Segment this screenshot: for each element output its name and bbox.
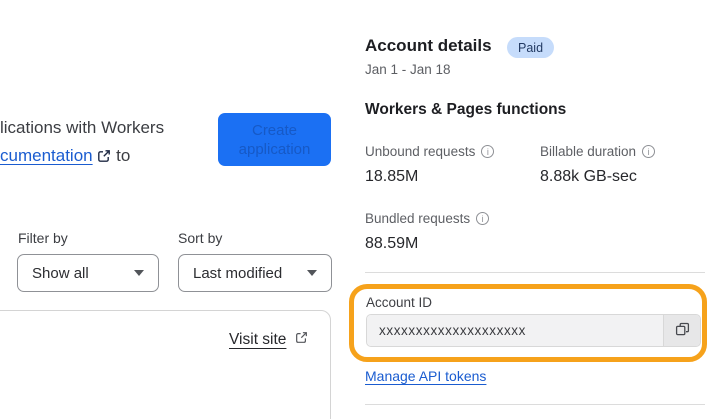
account-id-label: Account ID bbox=[366, 295, 433, 310]
external-link-icon bbox=[97, 144, 111, 172]
sort-by-label: Sort by bbox=[178, 230, 223, 246]
info-icon[interactable]: i bbox=[476, 212, 490, 225]
manage-api-tokens-link[interactable]: Manage API tokens bbox=[365, 368, 486, 384]
chevron-down-icon bbox=[134, 270, 144, 276]
info-icon[interactable]: i bbox=[642, 145, 656, 158]
create-button-line1: Create bbox=[251, 121, 298, 139]
filter-by-label: Filter by bbox=[18, 230, 68, 246]
metric-value: 18.85M bbox=[365, 168, 419, 185]
metric-label: Bundled requests bbox=[365, 211, 471, 226]
filter-dropdown-value: Show all bbox=[32, 264, 89, 282]
metric-label: Billable duration bbox=[540, 144, 637, 159]
create-application-button[interactable]: Create application bbox=[218, 113, 331, 166]
paid-badge: Paid bbox=[507, 37, 555, 58]
visit-site-link[interactable]: Visit site bbox=[229, 331, 308, 349]
date-range: Jan 1 - Jan 18 bbox=[365, 62, 451, 77]
divider bbox=[365, 272, 705, 273]
sort-dropdown[interactable]: Last modified bbox=[178, 254, 332, 292]
metric-unbound-requests: Unbound requests i 18.85M bbox=[365, 144, 535, 186]
workers-pages-dashboard: lications with Workers cumentation to Cr… bbox=[0, 0, 718, 419]
copy-button[interactable] bbox=[663, 315, 700, 346]
create-button-line2: application bbox=[238, 140, 311, 158]
account-id-input[interactable] bbox=[367, 315, 663, 346]
project-card bbox=[0, 310, 331, 419]
chevron-down-icon bbox=[307, 270, 317, 276]
copy-icon bbox=[675, 322, 690, 340]
intro-paragraph: lications with Workers cumentation to bbox=[0, 114, 215, 172]
divider bbox=[365, 404, 705, 405]
account-details-title: Account details bbox=[365, 36, 492, 55]
metric-label: Unbound requests bbox=[365, 144, 476, 159]
metric-bundled-requests: Bundled requests i 88.59M bbox=[365, 211, 535, 253]
sort-dropdown-value: Last modified bbox=[193, 264, 283, 282]
info-icon[interactable]: i bbox=[481, 145, 495, 158]
intro-line1: lications with Workers bbox=[0, 118, 165, 137]
account-id-field-group bbox=[366, 314, 701, 347]
filter-dropdown[interactable]: Show all bbox=[17, 254, 159, 292]
metric-billable-duration: Billable duration i 8.88k GB-sec bbox=[540, 144, 710, 186]
metric-value: 8.88k GB-sec bbox=[540, 168, 637, 185]
documentation-link[interactable]: cumentation bbox=[0, 146, 93, 165]
visit-site-label: Visit site bbox=[229, 331, 287, 348]
external-link-icon bbox=[295, 331, 308, 349]
intro-suffix: to bbox=[116, 146, 131, 165]
functions-section-title: Workers & Pages functions bbox=[365, 101, 567, 118]
metric-value: 88.59M bbox=[365, 235, 419, 252]
